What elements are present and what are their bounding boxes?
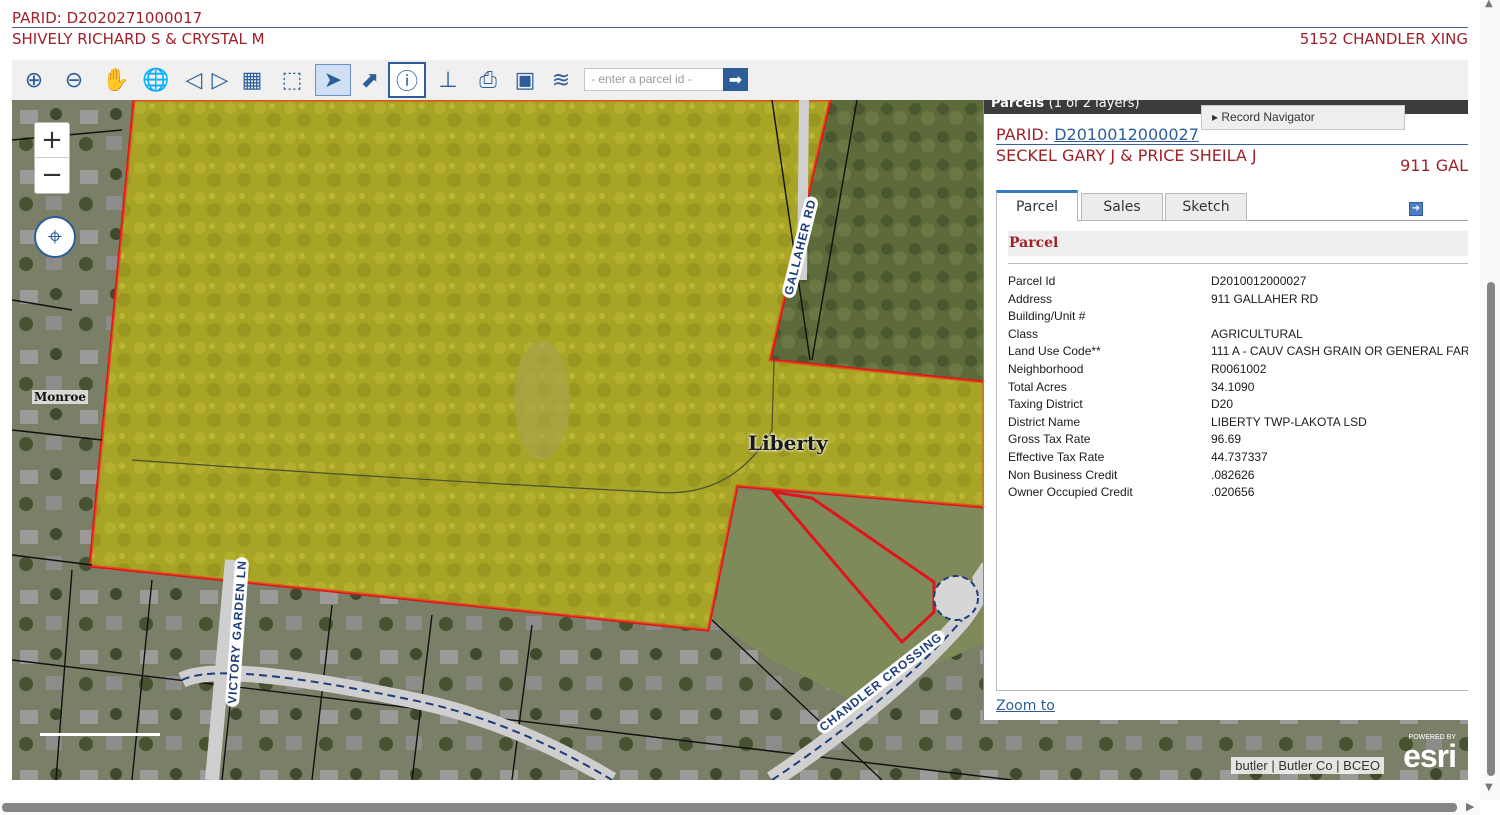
parcel-id-search-input[interactable]: - enter a parcel id - [584, 68, 724, 91]
tab-sketch[interactable]: Sketch [1165, 193, 1247, 221]
zoom-box-icon[interactable]: ⬚ [276, 64, 308, 96]
popup-layer-count: (1 of 2 layers) [1048, 100, 1140, 111]
scroll-down-icon[interactable]: ▼ [1485, 782, 1493, 793]
select-polygon-icon[interactable]: ⬈ [354, 64, 386, 96]
pan-hand-icon[interactable]: ✋ [100, 64, 132, 96]
field-label: Gross Tax Rate [1008, 432, 1091, 447]
popup-address: 911 GAL [1400, 156, 1468, 175]
field-value: 44.737337 [1211, 450, 1268, 464]
popup-parid-line: PARID: D2010012000027 [996, 125, 1468, 145]
field-label: Land Use Code** [1008, 344, 1101, 359]
zoom-in-button[interactable]: + [35, 123, 69, 158]
measure-icon[interactable]: ⊥ [432, 64, 464, 96]
parcel-details: Parcel Parcel Id D2010012000027 Address 91… [996, 221, 1468, 691]
gis-parcel-viewer: PARID: D2020271000017 SHIVELY RICHARD S … [0, 0, 1500, 815]
zoom-to-link[interactable]: Zoom to [996, 698, 1055, 714]
vertical-scrollbar[interactable]: ▲ ▼ [1480, 0, 1500, 800]
map-layers-grid-icon[interactable]: ▦ [236, 64, 268, 96]
field-row: Effective Tax Rate 44.737337 [1008, 450, 1468, 468]
field-label: Parcel Id [1008, 274, 1056, 288]
fullscreen-icon[interactable]: ▣ [509, 64, 541, 96]
field-label: Effective Tax Rate [1008, 450, 1105, 464]
field-value: AGRICULTURAL [1211, 326, 1303, 341]
field-value: D2010012000027 [1211, 274, 1307, 288]
identify-info-icon[interactable]: ⓘ [388, 62, 426, 98]
scroll-right-icon[interactable]: ▶ [1466, 800, 1474, 813]
field-value: D20 [1211, 397, 1234, 412]
field-row: Building/Unit # [1008, 309, 1468, 327]
field-value: .020656 [1211, 485, 1255, 500]
field-value: 911 GALLAHER RD [1211, 291, 1319, 306]
header-address: 5152 CHANDLER XING [1299, 30, 1468, 48]
township-label-monroe: Monroe [32, 390, 88, 404]
township-label-liberty: Liberty [748, 431, 828, 455]
export-icon[interactable]: ➜ [1409, 202, 1423, 216]
map-attribution: butler | Butler Co | BCEO [1231, 757, 1384, 774]
field-label: Building/Unit # [1008, 309, 1086, 324]
map-toolbar: ⊕ ⊖ ✋ 🌐 ◁ ▷ ▦ ⬚ ➤ ⬈ ⓘ ⊥ ⎙ ▣ ≋ - enter a … [12, 60, 1468, 100]
header-parid: PARID: D2020271000017 [12, 8, 1468, 28]
field-row: District Name LIBERTY TWP-LAKOTA LSD [1008, 415, 1468, 433]
layers-stack-icon[interactable]: ≋ [545, 64, 577, 96]
field-label: Neighborhood [1008, 362, 1084, 376]
next-extent-icon[interactable]: ▷ [204, 64, 236, 96]
header-owner-row: SHIVELY RICHARD S & CRYSTAL M 5152 CHAND… [12, 29, 1468, 49]
field-row: Class AGRICULTURAL [1008, 327, 1468, 345]
zoom-out-tool-icon[interactable]: ⊖ [58, 64, 90, 96]
scale-bar [40, 730, 160, 736]
select-pointer-icon[interactable]: ➤ [315, 64, 351, 96]
tab-parcel[interactable]: Parcel [996, 190, 1078, 222]
field-value: LIBERTY TWP-LAKOTA LSD [1211, 414, 1367, 429]
field-row: Total Acres 34.1090 [1008, 380, 1468, 398]
field-label: Non Business Credit [1008, 467, 1118, 482]
popup-parid-label: PARID: [996, 125, 1050, 144]
zoom-out-button[interactable]: − [35, 158, 69, 193]
field-row: Land Use Code** 111 A - CAUV CASH GRAIN O… [1008, 344, 1468, 362]
field-value: R0061002 [1211, 362, 1267, 376]
record-navigator-label: Record Navigator [1221, 110, 1315, 124]
section-header: Parcel [1008, 231, 1468, 256]
field-row: Address 911 GALLAHER RD [1008, 292, 1468, 310]
tab-sales[interactable]: Sales [1081, 193, 1163, 221]
arrow-right-icon[interactable]: ➡ [723, 68, 748, 91]
section-divider [1008, 263, 1468, 264]
field-value: .082626 [1211, 467, 1255, 482]
popup-tabs: Parcel Sales Sketch ➜ [996, 188, 1468, 222]
horizontal-scroll-thumb[interactable] [2, 803, 1457, 812]
full-extent-globe-icon[interactable]: 🌐 [140, 64, 172, 96]
header-owner: SHIVELY RICHARD S & CRYSTAL M [12, 30, 265, 48]
field-row: Non Business Credit .082626 [1008, 468, 1468, 486]
zoom-in-tool-icon[interactable]: ⊕ [18, 64, 50, 96]
horizontal-scrollbar[interactable]: ▶ [0, 800, 1480, 815]
field-row: Owner Occupied Credit .020656 [1008, 485, 1468, 503]
esri-wordmark: esri [1403, 738, 1457, 774]
field-row: Parcel Id D2010012000027 [1008, 274, 1468, 292]
field-label: Taxing District [1008, 397, 1083, 412]
triangle-right-icon: ▸ [1212, 110, 1222, 124]
field-label: Address [1008, 291, 1053, 306]
field-label: Class [1008, 326, 1039, 341]
field-value: 111 A - CAUV CASH GRAIN OR GENERAL FARM [1211, 344, 1468, 359]
field-label: Total Acres [1008, 379, 1067, 394]
scroll-up-icon[interactable]: ▲ [1485, 0, 1493, 9]
identify-popup: Parcels (1 of 2 layers) ▸ Record Navigat… [983, 100, 1468, 720]
esri-logo: POWERED BY esri [1403, 734, 1457, 774]
print-icon[interactable]: ⎙ [472, 64, 504, 96]
zoom-control: + − [34, 122, 70, 194]
popup-parid-link[interactable]: D2010012000027 [1054, 125, 1199, 144]
field-value: 96.69 [1211, 432, 1242, 447]
field-row: Gross Tax Rate 96.69 [1008, 432, 1468, 450]
field-label: Owner Occupied Credit [1008, 485, 1133, 500]
field-row: Taxing District D20 [1008, 397, 1468, 415]
popup-owner: SECKEL GARY J & PRICE SHEILA J [996, 146, 1257, 165]
popup-title: Parcels [991, 100, 1045, 111]
field-label: District Name [1008, 414, 1081, 429]
vertical-scroll-thumb[interactable] [1487, 282, 1495, 776]
field-row: Neighborhood R0061002 [1008, 362, 1468, 380]
field-value: 34.1090 [1211, 379, 1255, 394]
crosshair-icon[interactable]: ⌖ [34, 216, 76, 258]
